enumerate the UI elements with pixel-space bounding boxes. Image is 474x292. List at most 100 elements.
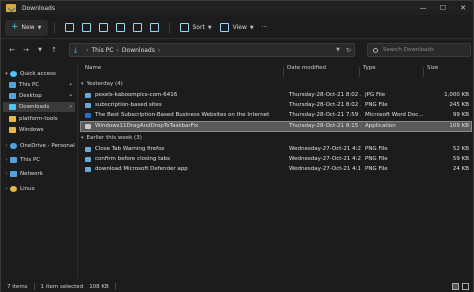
sidebar-item-desktop[interactable]: Desktop ✦ — [3, 91, 75, 101]
chevron-down-icon: ▼ — [249, 24, 254, 31]
file-date: Wednesday-27-Oct-21 4:2... — [289, 146, 361, 152]
toolbar-divider — [53, 21, 55, 34]
desktop-icon — [9, 93, 16, 99]
sidebar-item-label: This PC — [20, 157, 41, 163]
up-arrow-icon[interactable]: ↑ — [47, 46, 61, 54]
explorer-window: Downloads — ☐ ✕ + New ▼ Sort ▼ View ▼ ··… — [0, 0, 474, 292]
view-button[interactable]: View ▼ — [216, 20, 258, 36]
new-button[interactable]: + New ▼ — [5, 19, 48, 36]
file-row[interactable]: pexels-kaboompics-com-6416 Thursday-28-O… — [81, 91, 471, 100]
view-icon — [219, 23, 229, 32]
rename-icon[interactable] — [115, 23, 125, 32]
breadcrumb-this-pc[interactable]: This PC — [92, 47, 114, 54]
sidebar-item-label: Network — [20, 171, 43, 177]
pin-icon: ✦ — [68, 104, 73, 110]
file-list: Name Date modified Type Size ▾ Yesterday… — [79, 61, 472, 279]
file-name: Windows11DragAndDropToTaskbarFix — [95, 123, 199, 129]
file-row[interactable]: Close Tab Warning firefox Wednesday-27-O… — [81, 145, 471, 154]
status-divider — [114, 283, 116, 290]
sidebar-item-label: Desktop — [19, 93, 42, 99]
file-name: download Microsoft Defender app — [95, 166, 188, 172]
chevron-down-icon: ▾ — [81, 135, 84, 141]
word-document-icon — [85, 113, 91, 118]
file-size: 1,000 KB — [444, 92, 469, 98]
layout-toggles — [449, 283, 469, 290]
sidebar-item-linux[interactable]: › Linux — [3, 184, 75, 194]
search-icon — [373, 47, 378, 53]
network-icon — [10, 171, 17, 177]
sidebar-item-this-pc[interactable]: This PC ✦ — [3, 80, 75, 90]
breadcrumb-separator: › — [157, 46, 161, 54]
column-header-date[interactable]: Date modified — [287, 65, 326, 71]
sidebar-item-label: Downloads — [19, 104, 50, 110]
view-label: View — [232, 24, 247, 31]
group-label: Earlier this week (3) — [86, 135, 142, 141]
sort-label: Sort — [192, 24, 205, 31]
sidebar-item-label: OneDrive - Personal — [20, 143, 75, 149]
tiles-view-icon[interactable] — [462, 283, 469, 290]
file-name: pexels-kaboompics-com-6416 — [95, 92, 178, 98]
close-button[interactable]: ✕ — [453, 1, 473, 15]
minimize-button[interactable]: — — [413, 1, 433, 15]
file-name: subscription-based sites — [95, 102, 162, 108]
file-type: JPG File — [365, 92, 386, 98]
file-row[interactable]: confirm before closing tabs Wednesday-27… — [81, 155, 471, 164]
selection-count: 1 item selected — [40, 283, 84, 290]
column-header-name[interactable]: Name — [85, 65, 101, 71]
sidebar-item-platform-tools[interactable]: platform-tools — [3, 114, 75, 124]
file-name: The Best Subscription-Based Business Web… — [95, 112, 270, 118]
file-row[interactable]: The Best Subscription-Based Business Web… — [81, 111, 471, 120]
group-header-yesterday[interactable]: ▾ Yesterday (4) — [81, 81, 123, 87]
maximize-button[interactable]: ☐ — [433, 1, 453, 15]
pane-divider[interactable] — [77, 61, 78, 279]
cloud-icon — [10, 143, 17, 149]
breadcrumb-downloads[interactable]: Downloads — [122, 47, 155, 54]
sidebar-item-label: Quick access — [20, 71, 56, 77]
sidebar-item-windows[interactable]: Windows — [3, 125, 75, 135]
file-date: Thursday-28-Oct-21 8:02 ... — [289, 102, 361, 108]
cut-icon[interactable] — [64, 23, 74, 32]
file-row[interactable]: download Microsoft Defender app Wednesda… — [81, 165, 471, 174]
image-file-icon — [85, 103, 91, 108]
status-divider — [33, 283, 35, 290]
sidebar-item-this-pc-root[interactable]: › This PC — [3, 155, 75, 165]
column-divider[interactable] — [283, 67, 284, 77]
delete-icon[interactable] — [149, 23, 159, 32]
image-file-icon — [85, 147, 91, 152]
sidebar-item-onedrive[interactable]: › OneDrive - Personal — [3, 141, 75, 151]
file-name: confirm before closing tabs — [95, 156, 170, 162]
file-date: Thursday-28-Oct-21 7:59 ... — [289, 112, 361, 118]
command-bar: + New ▼ Sort ▼ View ▼ ··· — [1, 17, 473, 39]
details-view-icon[interactable] — [452, 283, 459, 290]
file-row[interactable]: subscription-based sites Thursday-28-Oct… — [81, 101, 471, 110]
recent-chevron-icon[interactable]: ▼ — [33, 47, 47, 53]
more-options-button[interactable]: ··· — [258, 20, 272, 36]
sidebar-item-network[interactable]: › Network — [3, 169, 75, 179]
search-input[interactable]: Search Downloads — [367, 43, 471, 57]
file-type: Microsoft Word Doc... — [365, 112, 424, 118]
file-size: 52 KB — [452, 146, 469, 152]
navigation-pane: ▾ Quick access This PC ✦ Desktop ✦ Downl… — [1, 61, 77, 279]
file-row[interactable]: Windows11DragAndDropToTaskbarFix Thursda… — [80, 121, 472, 132]
back-arrow-icon[interactable]: ← — [5, 46, 19, 54]
address-bar[interactable]: ⤓ › This PC › Downloads › ▼ ↻ — [69, 43, 355, 57]
copy-icon[interactable] — [81, 23, 91, 32]
column-divider[interactable] — [359, 67, 360, 77]
column-header-type[interactable]: Type — [363, 65, 376, 71]
paste-icon[interactable] — [98, 23, 108, 32]
share-icon[interactable] — [132, 23, 142, 32]
column-divider[interactable] — [423, 67, 424, 77]
forward-arrow-icon[interactable]: → — [19, 46, 33, 54]
sidebar-item-downloads[interactable]: Downloads ✦ — [3, 102, 75, 112]
window-controls: — ☐ ✕ — [413, 1, 473, 15]
chevron-right-icon: › — [5, 157, 8, 163]
column-header-size[interactable]: Size — [427, 65, 438, 71]
pin-icon: ✦ — [68, 93, 73, 99]
address-history-chevron-icon[interactable]: ▼ — [336, 47, 340, 53]
refresh-icon[interactable]: ↻ — [346, 47, 351, 54]
pin-icon: ✦ — [68, 82, 73, 88]
sort-button[interactable]: Sort ▼ — [176, 20, 216, 36]
item-count: 7 items — [7, 283, 28, 290]
sidebar-item-quick-access[interactable]: ▾ Quick access — [3, 69, 75, 79]
group-header-earlier-this-week[interactable]: ▾ Earlier this week (3) — [81, 135, 142, 141]
